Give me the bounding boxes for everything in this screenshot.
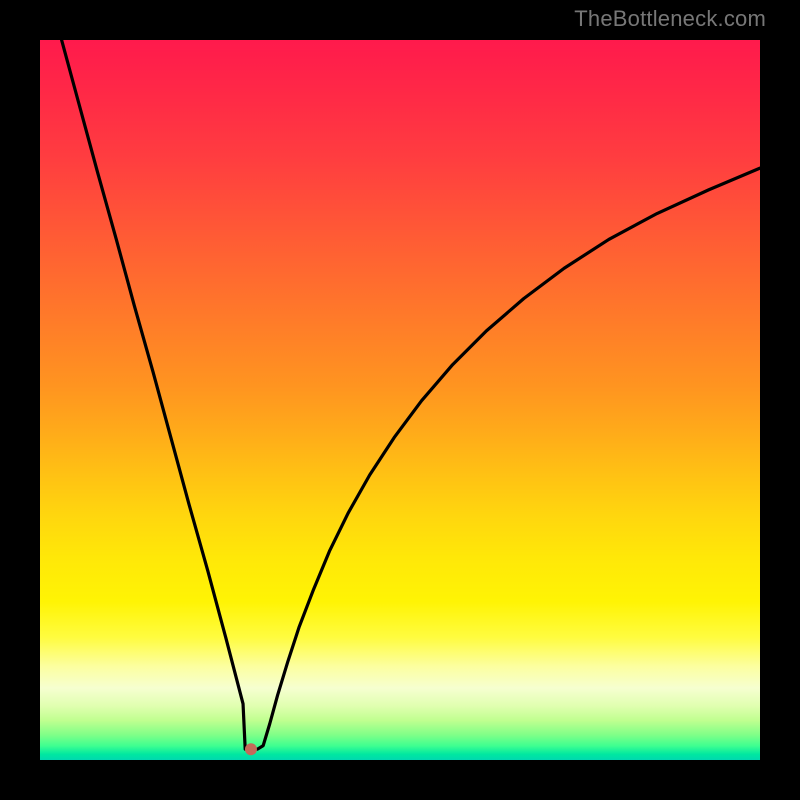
plot-area	[40, 40, 760, 760]
chart-frame: TheBottleneck.com	[0, 0, 800, 800]
minimum-marker	[245, 743, 257, 755]
curve-svg	[40, 40, 760, 760]
bottleneck-curve	[62, 40, 760, 749]
watermark-label: TheBottleneck.com	[574, 6, 766, 32]
